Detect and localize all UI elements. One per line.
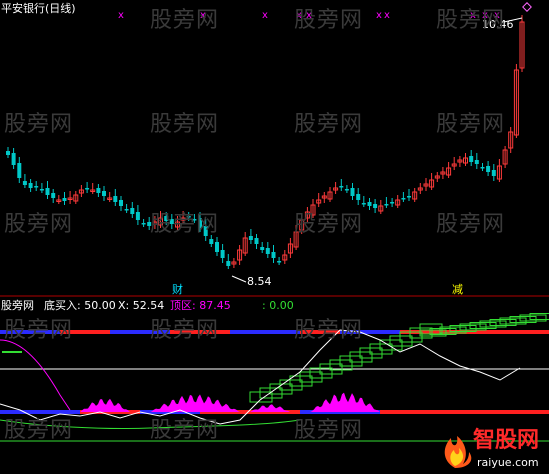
candle-body — [226, 261, 231, 266]
candle-body — [260, 247, 265, 250]
watermark: 股旁网 — [294, 8, 364, 33]
candle-body — [277, 261, 282, 263]
candle-body — [34, 186, 39, 188]
watermark: 股旁网 — [294, 318, 364, 343]
candle-body — [6, 151, 10, 155]
candle-body — [356, 194, 361, 200]
signal-band — [420, 410, 549, 414]
indicator-step-box — [299, 371, 323, 383]
site-logo: 智股网 raiyue.com — [435, 426, 547, 472]
chart-title: 平安银行(日线) — [1, 2, 76, 15]
indicator-step-box — [349, 351, 373, 363]
candle-body — [113, 196, 118, 202]
candle-body — [384, 204, 389, 206]
candle-body — [248, 236, 253, 240]
candle-body — [135, 212, 140, 220]
watermark: 股旁网 — [4, 318, 74, 343]
signal-cai: 财 — [172, 283, 183, 296]
candle-body — [62, 198, 67, 201]
signal-band — [230, 330, 300, 334]
candle-body — [124, 209, 129, 211]
candle-body — [96, 188, 101, 193]
candle-body — [344, 189, 349, 191]
watermark: 股旁网 — [436, 112, 506, 137]
price-low-pointer — [231, 275, 247, 283]
indicator-magenta-line — [0, 339, 71, 411]
candle-body — [220, 250, 225, 258]
signal-jian: 减 — [452, 283, 463, 296]
logo-url: raiyue.com — [477, 456, 539, 469]
indicator-step-box — [359, 347, 383, 359]
indicator-extra-value: : 0.00 — [262, 299, 294, 312]
watermark: 股旁网 — [4, 418, 74, 443]
candle-body — [367, 202, 372, 206]
candle-body — [39, 189, 44, 191]
logo-name: 智股网 — [473, 428, 540, 453]
candle-body — [215, 242, 219, 252]
indicator-histogram — [310, 392, 380, 412]
candle-body — [339, 186, 344, 188]
candle-body — [102, 191, 106, 196]
indicator-step-box — [389, 335, 413, 347]
watermark: 股旁网 — [150, 418, 220, 443]
watermark: 股旁网 — [150, 112, 220, 137]
candle-body — [390, 202, 395, 204]
watermark: 股旁网 — [294, 112, 364, 137]
candle-body — [491, 170, 496, 176]
candle-body — [350, 188, 355, 196]
candle-body — [486, 166, 491, 172]
diamond-marker — [522, 2, 532, 12]
candle-body — [51, 193, 56, 198]
watermark: 股旁网 — [150, 8, 220, 33]
candle-body — [361, 203, 366, 205]
watermark: 股旁网 — [436, 212, 506, 237]
indicator-step-box — [279, 379, 303, 391]
top-x-marker: x — [384, 10, 390, 21]
candle-body — [373, 204, 378, 208]
watermark: 股旁网 — [150, 318, 220, 343]
indicator-buy-value: 底买入: 50.00 — [44, 299, 116, 312]
indicator-histogram — [150, 394, 240, 412]
candle-body — [271, 252, 276, 258]
candle-body — [141, 223, 146, 225]
indicator-step-box — [339, 355, 363, 367]
candle-body — [11, 153, 16, 165]
candle-body — [28, 183, 33, 188]
top-x-marker: x — [376, 10, 382, 21]
candle-body — [17, 163, 22, 178]
candle-body — [85, 188, 90, 190]
candle-body — [22, 181, 27, 185]
candle-body — [474, 160, 479, 164]
watermark: 股旁网 — [294, 418, 364, 443]
candle-body — [407, 196, 411, 198]
watermark: 股旁网 — [436, 8, 506, 33]
candle-body — [469, 156, 474, 162]
indicator-x-value: X: 52.54 — [118, 299, 165, 312]
indicator-top-value: 顶区: 87.45 — [170, 299, 231, 312]
watermark: 股旁网 — [4, 212, 74, 237]
indicator-histogram — [80, 398, 130, 412]
indicator-step-box — [289, 375, 313, 387]
candle-body — [209, 239, 214, 244]
price-low-label: 8.54 — [247, 275, 272, 288]
indicator-name: 股旁网 — [1, 299, 34, 312]
chart-window[interactable]: xxxxxxxxxx 平安银行(日线) 10.46 8.54 财 减 股旁网 底… — [0, 0, 549, 474]
watermark: 股旁网 — [294, 212, 364, 237]
candle-body — [45, 188, 50, 195]
indicator-step-box — [259, 387, 283, 399]
candle-body — [130, 208, 135, 214]
candle-body — [401, 198, 406, 200]
watermark: 股旁网 — [150, 212, 220, 237]
candle-body — [265, 248, 270, 254]
top-x-marker: x — [118, 10, 124, 21]
signal-band — [380, 410, 420, 414]
indicator-histogram — [250, 404, 290, 412]
watermark: 股旁网 — [4, 112, 74, 137]
candle-body — [119, 200, 123, 206]
top-x-marker: x — [262, 10, 268, 21]
candle-body — [254, 238, 259, 244]
candle-body — [480, 167, 485, 169]
